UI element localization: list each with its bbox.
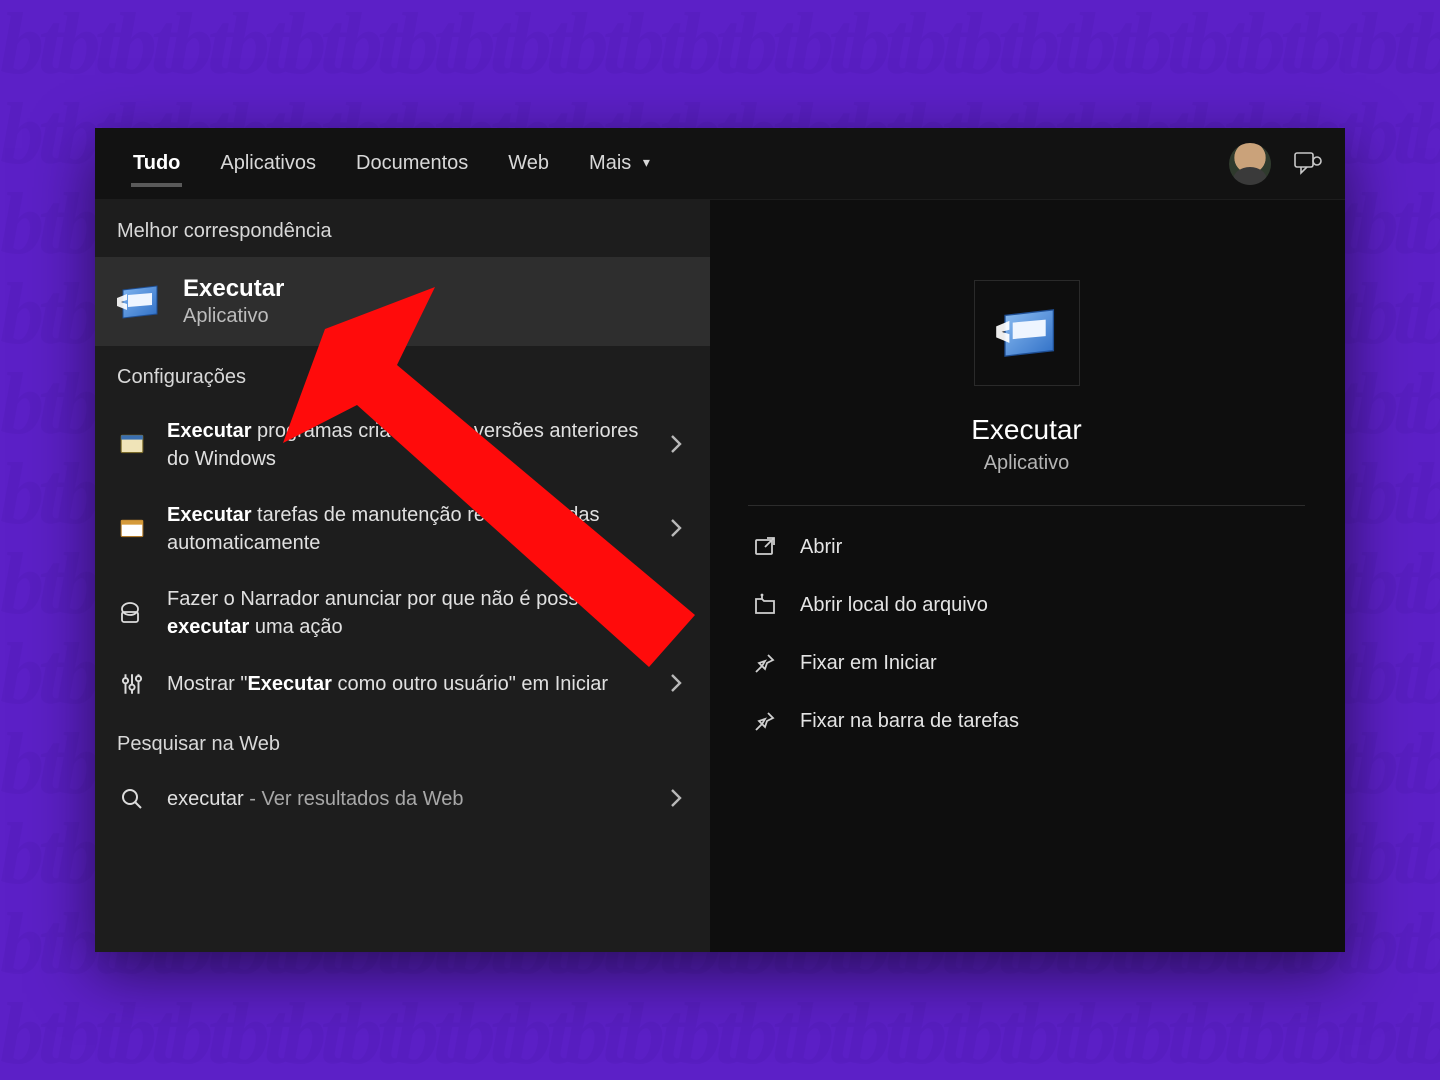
settings-item-compat[interactable]: Executar programas criados para versões … [95,403,710,487]
action-pin-start-label: Fixar em Iniciar [800,652,937,675]
settings-item-runas[interactable]: Mostrar "Executar como outro usuário" em… [95,655,710,713]
chevron-right-icon [670,518,688,536]
settings-item-narrator[interactable]: Fazer o Narrador anunciar por que não é … [95,571,710,655]
action-pin-taskbar-label: Fixar na barra de tarefas [800,710,1019,733]
action-pin-taskbar[interactable]: Fixar na barra de tarefas [748,692,1305,750]
detail-app-icon [974,280,1080,386]
feedback-icon[interactable] [1293,151,1323,177]
settings-heading: Configurações [95,346,710,403]
tab-more[interactable]: Mais ▾ [569,132,670,195]
tab-web[interactable]: Web [488,132,569,195]
web-search-heading: Pesquisar na Web [95,713,710,770]
folder-location-icon [752,592,778,618]
action-pin-start[interactable]: Fixar em Iniciar [748,634,1305,692]
user-avatar[interactable] [1229,143,1271,185]
detail-divider [748,505,1305,506]
settings-item-maintenance[interactable]: Executar tarefas de manutenção recomenda… [95,487,710,571]
window-flag-icon [117,514,147,544]
narrator-icon [117,598,147,628]
settings-item-maintenance-text: Executar tarefas de manutenção recomenda… [167,501,650,557]
search-panel: Tudo Aplicativos Documentos Web Mais ▾ M… [95,128,1345,952]
tab-more-label: Mais [589,152,631,174]
action-open-location[interactable]: Abrir local do arquivo [748,576,1305,634]
search-body: Melhor correspondência [95,200,1345,952]
settings-item-narrator-text: Fazer o Narrador anunciar por que não é … [167,585,650,641]
tab-documents[interactable]: Documentos [336,132,488,195]
detail-subtitle: Aplicativo [984,452,1070,475]
web-search-item[interactable]: executar - Ver resultados da Web [95,770,710,828]
search-icon [117,784,147,814]
run-app-icon [117,284,161,320]
detail-title: Executar [971,414,1082,446]
best-match-heading: Melhor correspondência [95,200,710,257]
chevron-right-icon [670,788,688,806]
results-column: Melhor correspondência [95,200,710,952]
pin-icon [752,650,778,676]
settings-item-compat-text: Executar programas criados para versões … [167,417,650,473]
action-open[interactable]: Abrir [748,518,1305,576]
best-match-title: Executar [183,275,284,303]
search-tabs: Tudo Aplicativos Documentos Web Mais ▾ [95,128,1345,200]
detail-pane: Executar Aplicativo Abrir [710,200,1345,952]
best-match-result[interactable]: Executar Aplicativo [95,257,710,346]
chevron-right-icon [670,602,688,620]
tab-apps[interactable]: Aplicativos [200,132,336,195]
chevron-down-icon: ▾ [643,154,650,171]
action-open-label: Abrir [800,536,842,559]
chevron-right-icon [670,434,688,452]
sliders-icon [117,669,147,699]
action-open-location-label: Abrir local do arquivo [800,594,988,617]
tab-all[interactable]: Tudo [113,132,200,195]
best-match-subtitle: Aplicativo [183,305,284,328]
settings-item-runas-text: Mostrar "Executar como outro usuário" em… [167,670,650,698]
window-legacy-icon [117,430,147,460]
pin-icon [752,708,778,734]
web-search-text: executar - Ver resultados da Web [167,785,650,813]
chevron-right-icon [670,673,688,691]
open-icon [752,534,778,560]
